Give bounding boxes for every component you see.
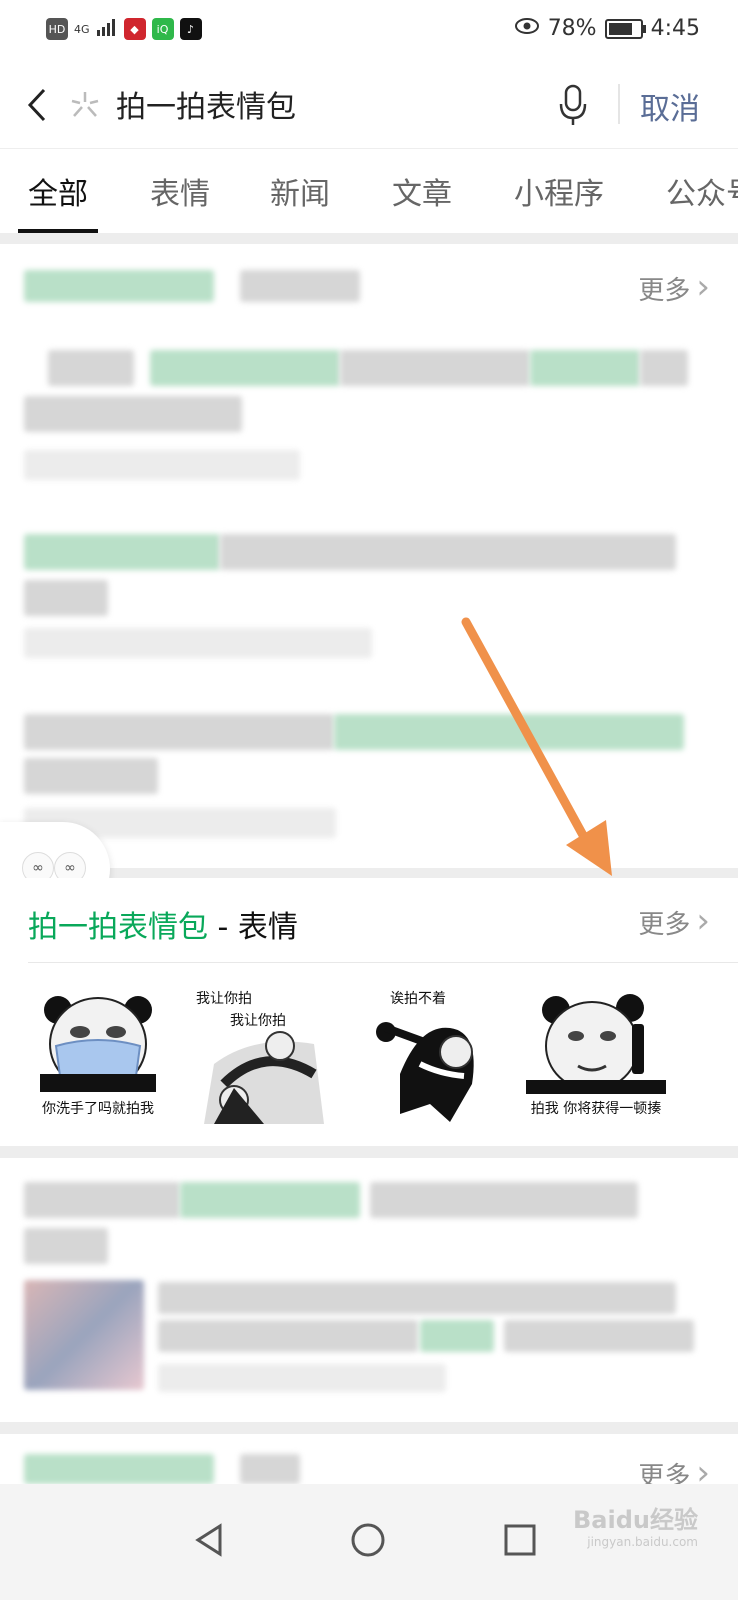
- watermark-brand: Baidu经验: [573, 1506, 698, 1534]
- status-bar: HD 4G ◆ iQ ♪ 78% 4:45: [0, 0, 738, 62]
- search-divider: [618, 84, 620, 124]
- nav-back-icon[interactable]: [188, 1518, 232, 1562]
- tiktok-icon: ♪: [179, 18, 202, 40]
- status-left-icons: HD 4G ◆ iQ ♪: [46, 18, 202, 40]
- watermark-url: jingyan.baidu.com: [587, 1535, 698, 1549]
- baidu-watermark: Baidu经验 jingyan.baidu.com: [573, 1500, 698, 1549]
- hd-icon: HD: [46, 18, 68, 40]
- network-label: 4G: [74, 22, 90, 36]
- nav-home-icon[interactable]: [346, 1518, 390, 1562]
- nav-recents-icon[interactable]: [498, 1518, 542, 1562]
- sticker-1[interactable]: 你洗手了吗就拍我: [28, 984, 168, 1124]
- result-card-2[interactable]: [0, 1158, 738, 1422]
- microphone-icon[interactable]: [556, 82, 590, 128]
- sticker-section-query: 拍一拍表情包: [28, 910, 208, 945]
- chevron-right-icon: ›: [696, 900, 710, 941]
- chevron-right-icon: ›: [696, 266, 710, 307]
- cancel-button[interactable]: 取消: [640, 84, 700, 128]
- sticker-section: 拍一拍表情包 - 表情 更多 › 你洗手了吗就拍我 我让你拍 我让你拍 诶拍不着…: [0, 878, 738, 1146]
- result-card-1[interactable]: 更多 ›: [0, 244, 738, 868]
- sticker-more-label: 更多: [638, 910, 691, 940]
- active-tab-indicator: [18, 229, 98, 233]
- sticker-2-caption-mid: 我让你拍: [230, 1013, 286, 1029]
- tab-mini-programs[interactable]: 小程序: [514, 169, 604, 213]
- sticker-2[interactable]: 我让你拍 我让你拍: [194, 984, 334, 1124]
- sticker-3-caption-top: 诶拍不着: [390, 991, 446, 1007]
- tab-bar: 全部 表情 新闻 文章 小程序 公众号: [0, 148, 738, 233]
- clock: 4:45: [650, 16, 700, 41]
- sticker-divider: [28, 962, 738, 963]
- sticker-4-caption: 拍我 你将获得一顿揍: [530, 1101, 662, 1117]
- app-icon-red: ◆: [123, 18, 146, 40]
- search-bar: 拍一拍表情包 取消: [0, 62, 738, 148]
- battery-percent: 78%: [547, 16, 597, 41]
- signal-icon: [96, 18, 118, 40]
- battery-icon: [604, 18, 646, 39]
- result-card-1-more[interactable]: 更多 ›: [638, 266, 710, 307]
- sticker-3[interactable]: 诶拍不着: [360, 984, 500, 1124]
- sticker-row: 你洗手了吗就拍我 我让你拍 我让你拍 诶拍不着 拍我 你将获得一顿揍: [28, 984, 666, 1124]
- tab-all[interactable]: 全部: [28, 169, 88, 213]
- tab-official-accounts[interactable]: 公众号: [666, 169, 738, 213]
- more-label: 更多: [638, 276, 691, 306]
- sticker-section-separator: -: [208, 910, 238, 945]
- sticker-section-more[interactable]: 更多 ›: [638, 900, 710, 941]
- tab-articles[interactable]: 文章: [392, 169, 452, 213]
- tab-news[interactable]: 新闻: [270, 169, 330, 213]
- sticker-2-caption-top: 我让你拍: [196, 991, 252, 1007]
- iqiyi-icon: iQ: [151, 18, 174, 40]
- search-input[interactable]: 拍一拍表情包: [116, 82, 296, 126]
- sticker-1-caption: 你洗手了吗就拍我: [42, 1101, 154, 1117]
- sticker-4[interactable]: 拍我 你将获得一顿揍: [526, 984, 666, 1124]
- search-sparkle-icon: [71, 92, 99, 117]
- tab-stickers[interactable]: 表情: [150, 169, 210, 213]
- eye-icon: [514, 16, 540, 41]
- sticker-section-category: 表情: [237, 910, 298, 945]
- status-right: 78% 4:45: [514, 16, 700, 41]
- back-icon[interactable]: [22, 86, 52, 124]
- sticker-section-title: 拍一拍表情包 - 表情: [28, 902, 298, 946]
